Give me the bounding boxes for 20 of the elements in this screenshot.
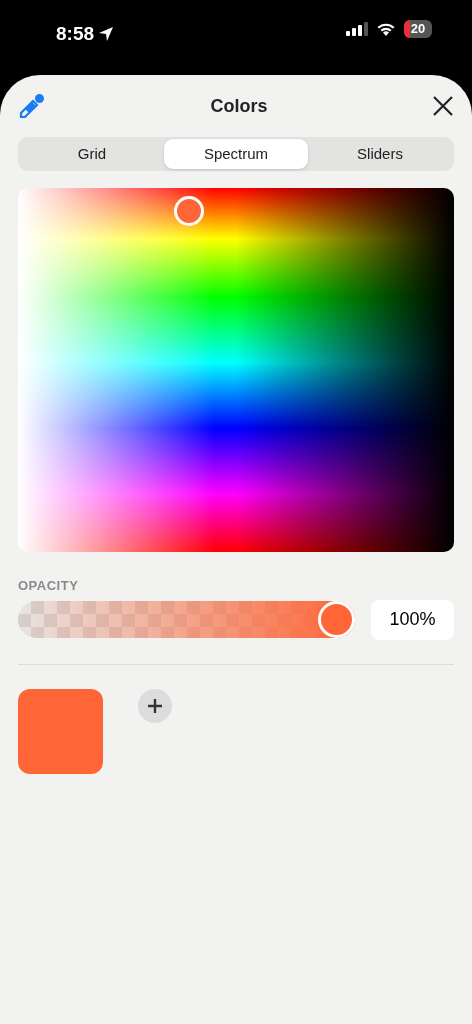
battery-indicator: 20 [404, 20, 432, 38]
slider-thumb[interactable] [318, 601, 355, 638]
clock-time: 8:58 [56, 22, 95, 46]
spectrum-handle[interactable] [174, 196, 204, 226]
close-icon[interactable] [432, 95, 454, 117]
segment-tab[interactable]: Spectrum [164, 139, 308, 169]
segment-tab[interactable]: Sliders [308, 139, 452, 169]
wifi-icon [376, 22, 396, 36]
color-spectrum[interactable] [18, 188, 454, 552]
opacity-field[interactable]: 100% [371, 599, 454, 640]
segment-tab[interactable]: Grid [20, 139, 164, 169]
sheet-title: Colors [210, 94, 268, 118]
add-button[interactable] [138, 688, 172, 723]
opacity-label: OPACITY [18, 577, 80, 595]
signal-icon [346, 22, 368, 36]
color-swatch[interactable] [18, 688, 103, 774]
location-arrow-icon [98, 26, 115, 43]
plus-icon [147, 697, 163, 714]
eyedropper-icon[interactable] [18, 92, 46, 120]
opacity-slider[interactable] [18, 601, 355, 638]
